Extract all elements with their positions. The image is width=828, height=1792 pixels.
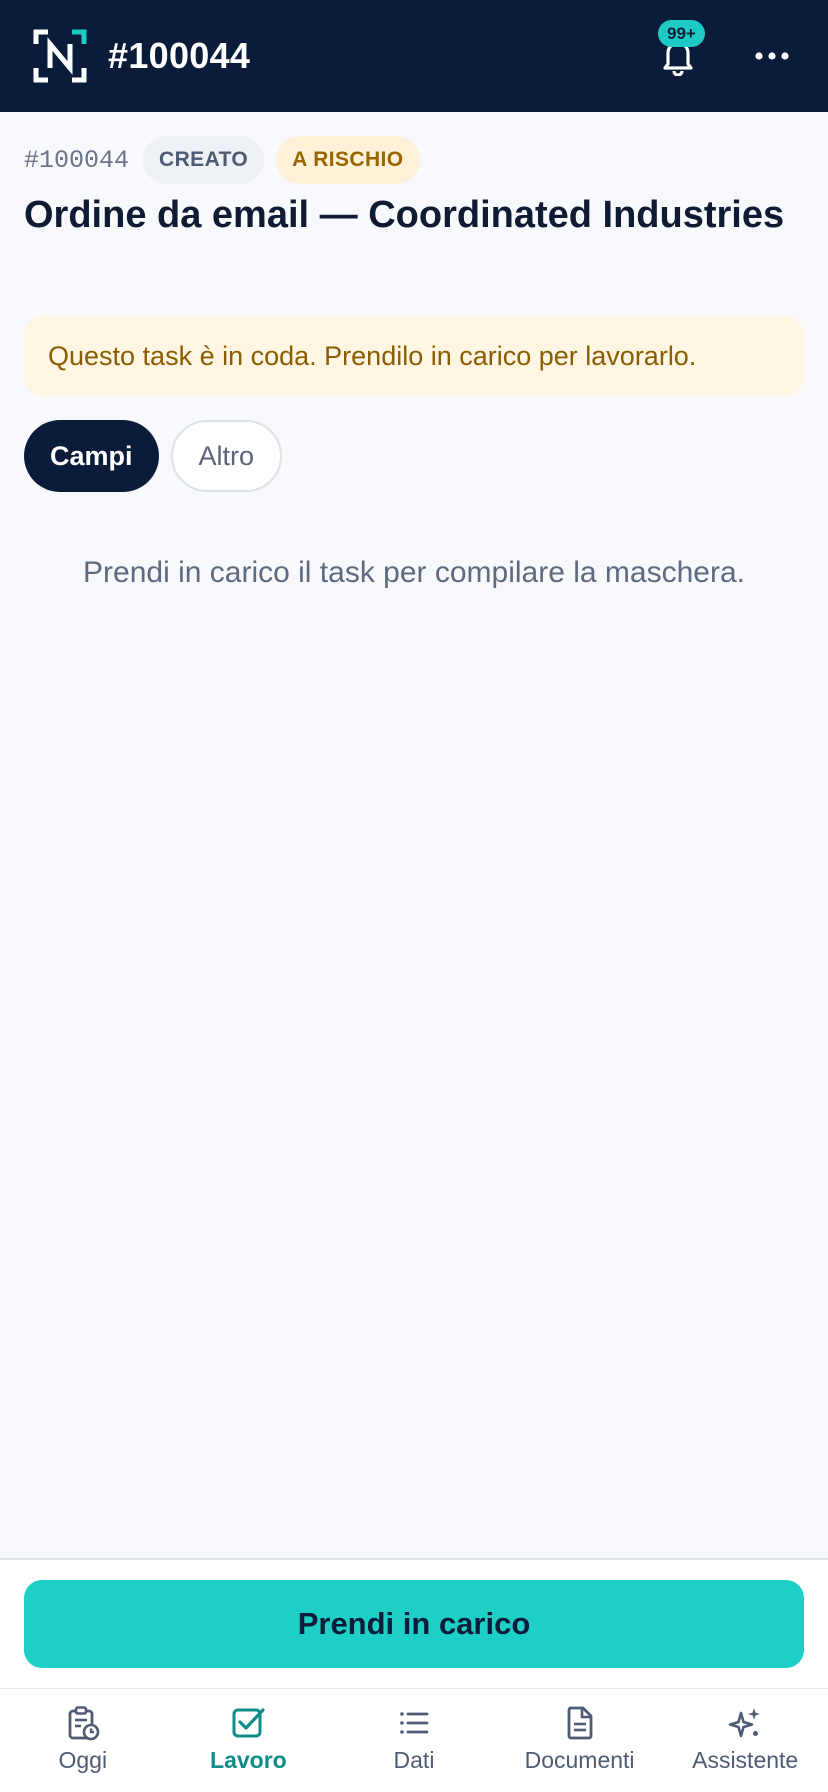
nav-item-dati[interactable]: Dati <box>331 1689 497 1792</box>
nav-label: Dati <box>393 1747 435 1773</box>
empty-state-message: Prendi in carico il task per compilare l… <box>83 556 745 589</box>
nav-label: Oggi <box>58 1747 108 1773</box>
bottom-navigation: Oggi Lavoro Dati Documenti Assistente <box>0 1688 828 1792</box>
task-id: #100044 <box>24 145 130 175</box>
queue-notice: Questo task è in coda. Prendilo in caric… <box>24 316 804 396</box>
nav-label: Documenti <box>524 1747 635 1773</box>
tab-altro[interactable]: Altro <box>170 420 283 492</box>
top-app-bar: #100044 99+ <box>0 0 828 112</box>
sparkle-icon <box>728 1708 761 1738</box>
take-charge-button[interactable]: Prendi in carico <box>24 1580 804 1668</box>
tab-bar: Campi Altro <box>24 420 283 492</box>
more-options-button[interactable] <box>748 32 796 80</box>
page-title: #100044 <box>108 35 251 76</box>
checkbox-icon <box>232 1708 265 1738</box>
notification-badge: 99+ <box>658 20 705 47</box>
more-horizontal-icon <box>755 52 789 60</box>
list-icon <box>400 1712 429 1734</box>
task-title: Ordine da email — Coordinated Industries <box>24 194 785 236</box>
notifications-button[interactable]: 99+ <box>654 20 705 80</box>
nav-label: Assistente <box>692 1747 799 1773</box>
tab-campi[interactable]: Campi <box>24 420 159 492</box>
nav-item-lavoro[interactable]: Lavoro <box>166 1689 332 1792</box>
logo-icon[interactable] <box>32 28 88 84</box>
nav-item-assistente[interactable]: Assistente <box>662 1689 828 1792</box>
document-icon <box>567 1706 592 1740</box>
status-badge: CREATO <box>143 136 265 184</box>
risk-badge: A RISCHIO <box>276 136 420 184</box>
nav-item-documenti[interactable]: Documenti <box>497 1689 663 1792</box>
nav-item-oggi[interactable]: Oggi <box>0 1689 166 1792</box>
clipboard-clock-icon <box>68 1706 100 1741</box>
app-root: #100044 99+ #100044 CREATO A RISCHIO Ord… <box>0 0 828 1792</box>
action-bar: Prendi in carico <box>0 1558 828 1688</box>
task-meta-row: #100044 CREATO A RISCHIO <box>24 136 420 184</box>
nav-label: Lavoro <box>210 1747 287 1773</box>
